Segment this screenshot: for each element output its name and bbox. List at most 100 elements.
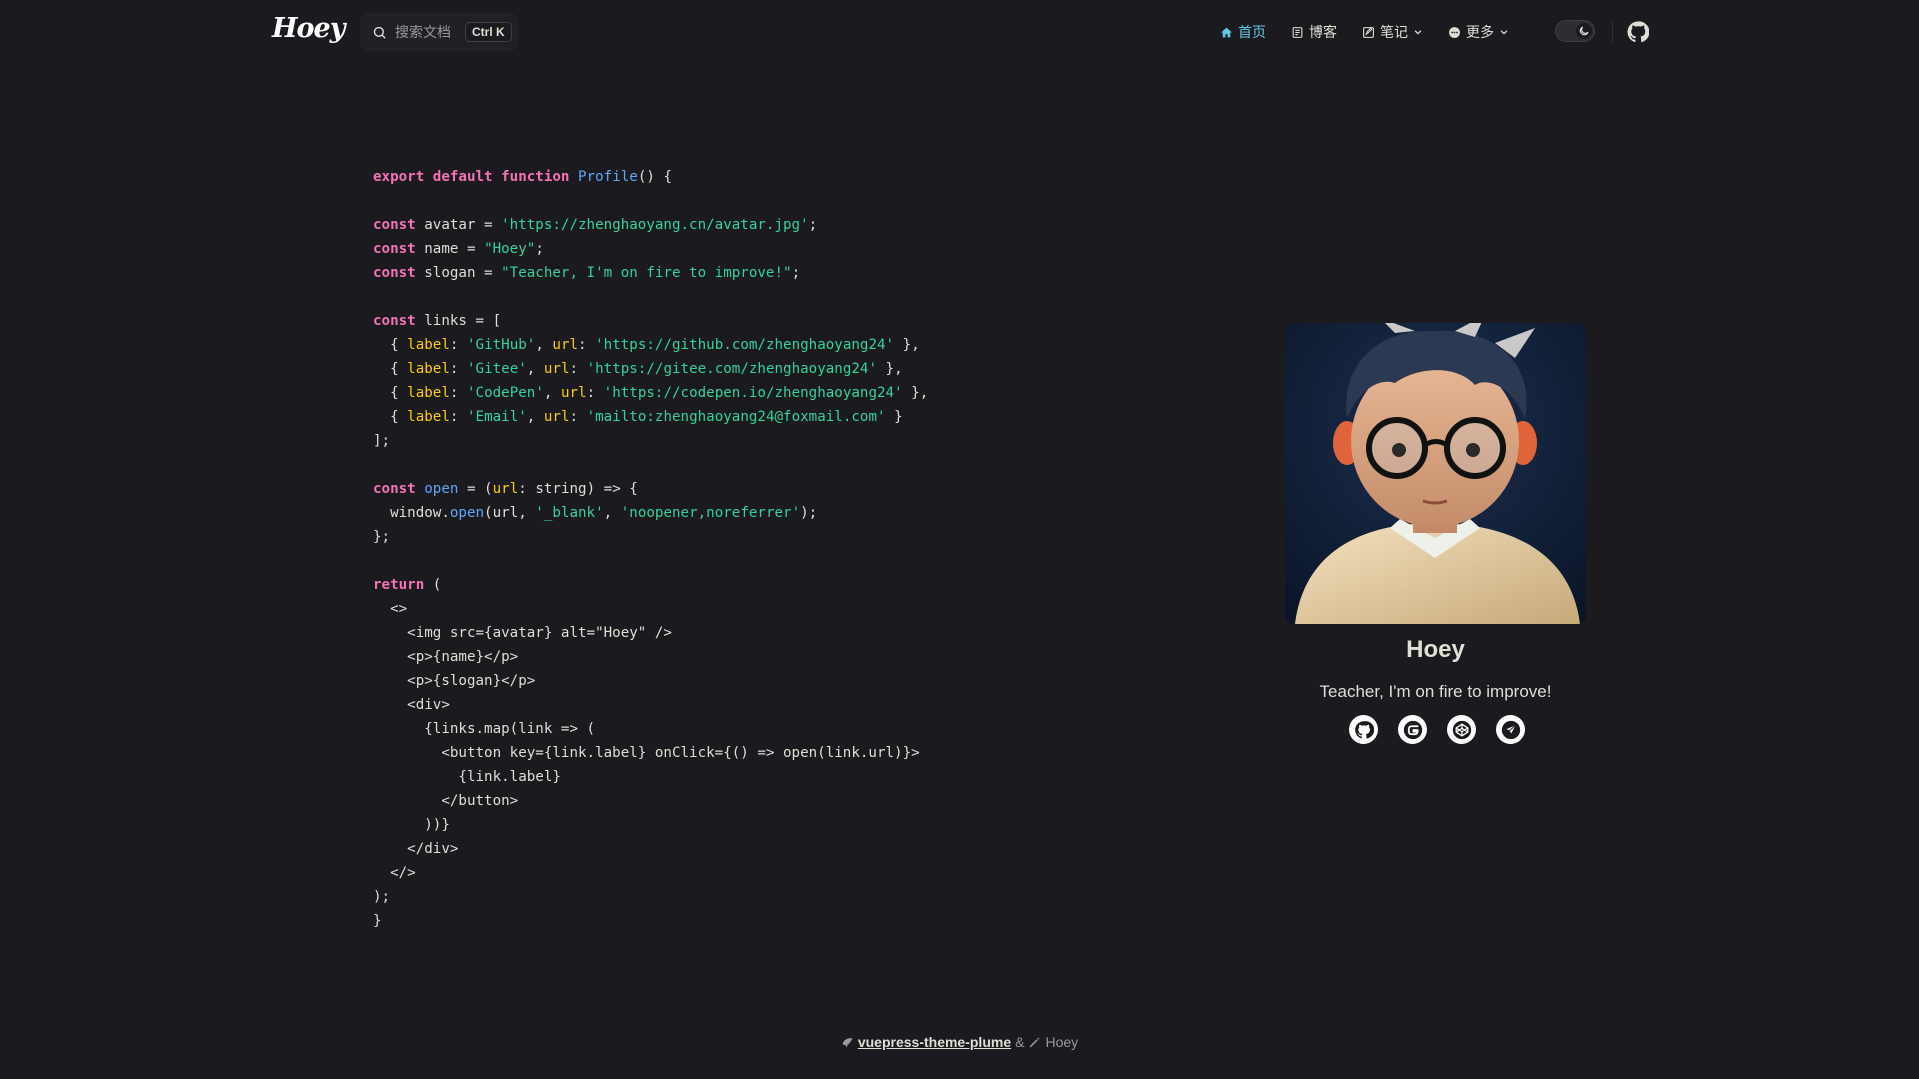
nav-item-home[interactable]: 首页: [1220, 22, 1266, 42]
code-token: default: [432, 169, 493, 185]
code-line: { label: 'GitHub', url: 'https://github.…: [373, 333, 928, 357]
code-token: :: [449, 409, 467, 425]
code-token: 'CodePen': [466, 385, 544, 401]
profile-slogan: Teacher, I'm on fire to improve!: [1319, 682, 1552, 701]
code-token: open: [424, 481, 459, 497]
codepen-icon: [1452, 720, 1471, 739]
code-token: url: [543, 361, 570, 377]
code-token: "Teacher, I'm on fire to improve!": [501, 265, 792, 281]
code-token: label: [407, 409, 450, 425]
code-token: },: [902, 385, 929, 401]
search-button[interactable]: 搜索文档 Ctrl K: [360, 13, 518, 51]
nav-item-more[interactable]: 更多: [1448, 22, 1509, 42]
code-token: ];: [373, 433, 391, 449]
code-token: export: [373, 169, 425, 185]
code-token: );: [373, 889, 391, 905]
code-token: <button key={link.label} onClick={() => …: [373, 745, 920, 761]
code-token: ,: [543, 385, 561, 401]
code-token: label: [407, 337, 450, 353]
code-line: <p>{name}</p>: [373, 645, 928, 669]
code-token: 'https://zhenghaoyang.cn/avatar.jpg': [501, 217, 809, 233]
nav-item-label: 更多: [1466, 24, 1494, 40]
code-line: <img src={avatar} alt="Hoey" />: [373, 621, 928, 645]
nav-item-blog[interactable]: 博客: [1291, 22, 1337, 42]
code-token: );: [800, 505, 818, 521]
code-token: () {: [637, 169, 672, 185]
code-token: ))}: [373, 817, 450, 833]
code-token: url: [560, 385, 587, 401]
codepen-link-button[interactable]: [1447, 715, 1476, 744]
code-token: url: [492, 481, 519, 497]
nav-item-label: 首页: [1238, 24, 1266, 40]
footer-separator: &: [1015, 1034, 1025, 1050]
code-token: <img src={avatar} alt="Hoey" />: [373, 625, 672, 641]
code-line: ​: [373, 453, 928, 477]
gitee-icon: [1403, 720, 1422, 739]
theme-link[interactable]: vuepress-theme-plume: [858, 1034, 1011, 1050]
code-token: ,: [603, 505, 621, 521]
code-token: };: [373, 529, 391, 545]
code-token: ,: [526, 361, 544, 377]
code-line: const open = (url: string) => {: [373, 477, 928, 501]
github-icon[interactable]: [1627, 21, 1649, 43]
code-token: window.: [373, 505, 450, 521]
code-line: {link.label}: [373, 765, 928, 789]
profile-name: Hoey: [1406, 636, 1465, 663]
code-token: 'GitHub': [466, 337, 536, 353]
chevron-down-icon: [1500, 30, 1508, 35]
code-token: :: [449, 361, 467, 377]
code-line: </>: [373, 861, 928, 885]
top-nav: Hoey 搜索文档 Ctrl K 首页 博客 笔记 更多: [0, 0, 1919, 64]
code-token: 'mailto:zhenghaoyang24@foxmail.com': [586, 409, 886, 425]
gitee-link-button[interactable]: [1398, 715, 1427, 744]
code-line: { label: 'CodePen', url: 'https://codepe…: [373, 381, 928, 405]
pen-icon: [1030, 1037, 1040, 1047]
code-token: 'https://gitee.com/zhenghaoyang24': [586, 361, 878, 377]
avatar: [1285, 323, 1586, 624]
github-link-button[interactable]: [1349, 715, 1378, 744]
email-link-button[interactable]: [1496, 715, 1525, 744]
code-token: </div>: [373, 841, 459, 857]
code-token: "Hoey": [484, 241, 536, 257]
code-token: avatar =: [415, 217, 502, 233]
code-line: {links.map(link => (: [373, 717, 928, 741]
search-shortcut: Ctrl K: [465, 22, 512, 42]
code-line: const links = [: [373, 309, 928, 333]
code-token: const: [373, 217, 416, 233]
github-icon: [1354, 720, 1374, 739]
code-line: <button key={link.label} onClick={() => …: [373, 741, 928, 765]
code-line: };: [373, 525, 928, 549]
code-token: 'noopener,noreferrer': [620, 505, 801, 521]
code-block: export default function Profile() {​cons…: [373, 165, 928, 933]
code-token: (url,: [484, 505, 536, 521]
code-line: <p>{slogan}</p>: [373, 669, 928, 693]
code-token: ,: [535, 337, 553, 353]
code-token: ,: [526, 409, 544, 425]
code-token: ;: [535, 241, 544, 257]
code-line: ];: [373, 429, 928, 453]
code-token: <div>: [373, 697, 450, 713]
code-line: const slogan = "Teacher, I'm on fire to …: [373, 261, 928, 285]
code-token: url: [552, 337, 579, 353]
code-token: ;: [808, 217, 818, 233]
theme-toggle[interactable]: [1555, 20, 1595, 42]
code-line: ​: [373, 189, 928, 213]
code-token: {: [373, 385, 408, 401]
code-token: :: [586, 385, 604, 401]
code-token: }: [885, 409, 903, 425]
code-token: {links.map(link => (: [373, 721, 596, 737]
code-line: );: [373, 885, 928, 909]
site-logo[interactable]: Hoey: [272, 13, 345, 44]
code-line: <div>: [373, 693, 928, 717]
code-token: 'https://github.com/zhenghaoyang24': [595, 337, 895, 353]
nav-item-label: 笔记: [1380, 24, 1408, 40]
code-line: const name = "Hoey";: [373, 237, 928, 261]
nav-item-notes[interactable]: 笔记: [1362, 22, 1423, 42]
code-token: const: [373, 241, 416, 257]
code-token: <p>{name}</p>: [373, 649, 519, 665]
moon-icon: [1579, 26, 1589, 36]
code-token: {: [373, 409, 408, 425]
search-placeholder: 搜索文档: [395, 24, 451, 40]
code-token: slogan =: [415, 265, 502, 281]
notes-icon: [1363, 26, 1374, 38]
